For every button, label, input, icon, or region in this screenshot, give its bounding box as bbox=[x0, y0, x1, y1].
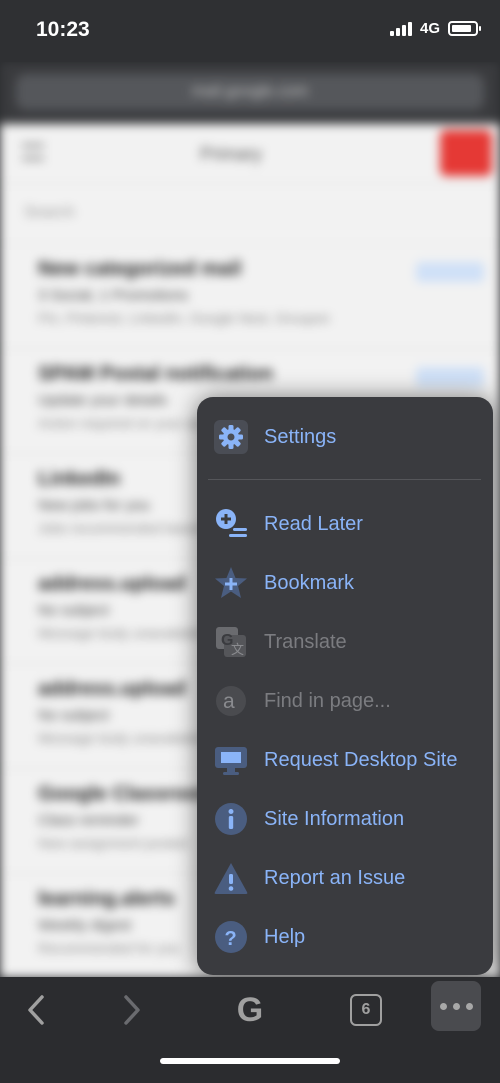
mail-row: New categorized mail 3 Social, 1 Promotio… bbox=[0, 244, 500, 349]
mail-tag bbox=[416, 262, 484, 282]
menu-item-label: Site Information bbox=[264, 807, 405, 830]
desktop-icon bbox=[213, 742, 249, 778]
folder-title: Primary bbox=[200, 144, 262, 164]
status-bar: 10:23 4G bbox=[0, 0, 500, 62]
find-in-page-icon: a bbox=[213, 683, 249, 719]
menu-item-label: Translate bbox=[264, 630, 347, 653]
google-search-button[interactable]: G bbox=[220, 982, 280, 1038]
menu-item-translate[interactable]: G 文 Translate bbox=[197, 614, 493, 670]
menu-item-request-desktop-site[interactable]: Request Desktop Site bbox=[197, 732, 493, 788]
forward-button[interactable] bbox=[102, 982, 162, 1038]
home-indicator[interactable] bbox=[160, 1058, 340, 1064]
overflow-menu: Settings Read Later Bookmark G 文 Transla… bbox=[197, 397, 493, 975]
warning-icon bbox=[213, 860, 249, 896]
dot bbox=[465, 1002, 473, 1010]
mail-preview: Pin, Pinterest, LinkedIn, Google Nest, G… bbox=[38, 310, 330, 326]
menu-item-label: Help bbox=[264, 925, 306, 948]
chevron-right-icon bbox=[124, 995, 140, 1025]
mail-search: Search bbox=[0, 184, 500, 244]
menu-item-settings[interactable]: Settings bbox=[197, 409, 493, 465]
svg-text:文: 文 bbox=[231, 642, 244, 657]
tab-count: 6 bbox=[350, 994, 382, 1026]
status-indicators: 4G bbox=[389, 20, 481, 37]
tab-switcher-button[interactable]: 6 bbox=[336, 982, 396, 1038]
gear-icon bbox=[213, 419, 249, 455]
mail-tag bbox=[416, 367, 484, 387]
dot bbox=[439, 1002, 447, 1010]
mail-header: Primary bbox=[0, 124, 500, 184]
menu-item-label: Request Desktop Site bbox=[264, 748, 458, 771]
menu-item-label: Bookmark bbox=[264, 571, 355, 594]
menu-item-read-later[interactable]: Read Later bbox=[197, 496, 493, 552]
menu-item-label: Settings bbox=[264, 425, 337, 448]
bottom-toolbar: G 6 bbox=[0, 977, 500, 1083]
svg-text:a: a bbox=[223, 690, 235, 713]
read-later-icon bbox=[213, 506, 249, 542]
dot bbox=[452, 1002, 460, 1010]
info-icon bbox=[213, 801, 249, 837]
menu-item-site-information[interactable]: Site Information bbox=[197, 791, 493, 847]
compose-button bbox=[440, 130, 492, 176]
menu-item-label: Report an Issue bbox=[264, 866, 406, 889]
menu-divider bbox=[208, 479, 481, 480]
menu-item-label: Find in page... bbox=[264, 689, 391, 712]
bookmark-star-icon bbox=[213, 565, 249, 601]
network-type: 4G bbox=[419, 20, 440, 37]
menu-item-bookmark[interactable]: Bookmark bbox=[197, 555, 493, 611]
translate-icon: G 文 bbox=[213, 624, 249, 660]
cellular-signal-icon bbox=[389, 21, 412, 36]
menu-item-find-in-page[interactable]: a Find in page... bbox=[197, 673, 493, 729]
help-icon: ? bbox=[213, 919, 249, 955]
hamburger-icon bbox=[22, 144, 44, 160]
more-options-button[interactable] bbox=[431, 981, 481, 1031]
address-bar-area: mail.google.com bbox=[0, 62, 500, 124]
menu-item-help[interactable]: ? Help bbox=[197, 909, 493, 965]
svg-text:?: ? bbox=[225, 928, 237, 950]
battery-icon bbox=[448, 21, 481, 36]
status-time: 10:23 bbox=[36, 18, 90, 41]
back-button[interactable] bbox=[6, 982, 66, 1038]
menu-item-label: Read Later bbox=[264, 512, 363, 535]
chevron-left-icon bbox=[28, 995, 44, 1025]
mail-subject: 3 Social, 1 Promotions bbox=[38, 287, 189, 304]
menu-item-report-an-issue[interactable]: Report an Issue bbox=[197, 850, 493, 906]
address-bar: mail.google.com bbox=[16, 74, 484, 110]
